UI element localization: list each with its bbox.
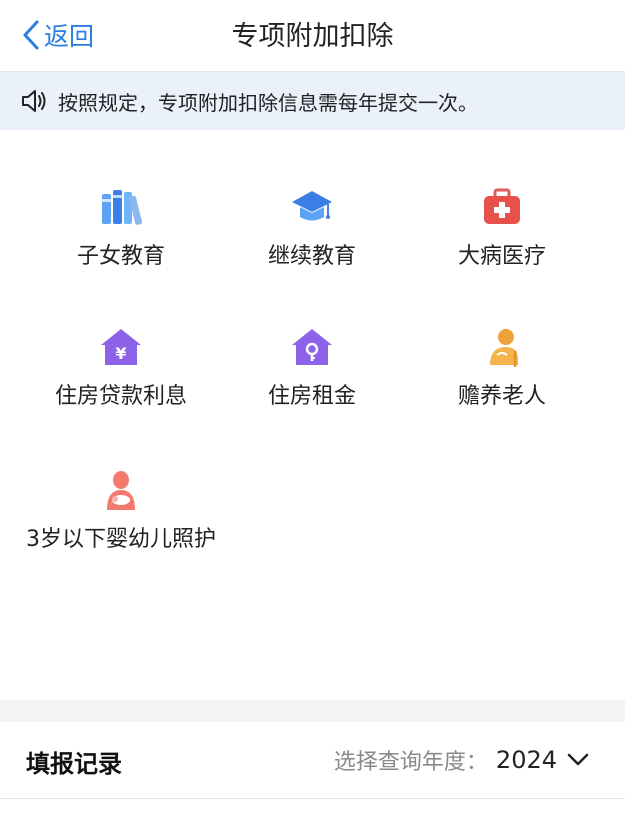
item-label: 大病医疗 — [457, 244, 546, 269]
year-selector-value: 2024 — [495, 746, 557, 774]
deduction-grid: 子女教育 继续教育 大病医疗 ¥ 住房贷款利息 住房租金 赡养老人 3岁以下婴幼… — [0, 130, 625, 700]
item-infant-care[interactable]: 3岁以下婴幼儿照护 — [21, 468, 221, 558]
medical-kit-icon — [484, 188, 520, 224]
notice-text: 按照规定，专项附加扣除信息需每年提交一次。 — [58, 90, 478, 115]
item-housing-rent[interactable]: 住房租金 — [212, 325, 412, 415]
item-housing-loan-interest[interactable]: ¥ 住房贷款利息 — [21, 325, 221, 415]
mother-baby-icon — [107, 471, 135, 510]
speaker-icon — [22, 90, 46, 112]
section-divider — [0, 700, 625, 722]
item-label: 赡养老人 — [457, 384, 546, 409]
item-label: 住房租金 — [267, 384, 356, 409]
records-title: 填报记录 — [26, 750, 122, 778]
navigation-bar: 返回 专项附加扣除 — [0, 0, 625, 70]
chevron-down-icon — [567, 753, 589, 766]
books-icon — [102, 190, 143, 225]
records-row: 填报记录 选择查询年度： 2024 — [0, 722, 625, 799]
elderly-person-icon — [490, 329, 518, 367]
graduation-cap-icon — [292, 191, 332, 221]
item-label: 继续教育 — [267, 244, 356, 269]
item-children-education[interactable]: 子女教育 — [21, 185, 221, 275]
item-elderly-support[interactable]: 赡养老人 — [402, 325, 602, 415]
year-selector[interactable]: 选择查询年度： 2024 — [334, 744, 589, 776]
item-continuing-education[interactable]: 继续教育 — [212, 185, 412, 275]
item-label: 住房贷款利息 — [54, 384, 187, 409]
notice-bar: 按照规定，专项附加扣除信息需每年提交一次。 — [0, 71, 625, 130]
page-title: 专项附加扣除 — [231, 21, 394, 52]
item-serious-illness-medical[interactable]: 大病医疗 — [402, 185, 602, 275]
item-label: 3岁以下婴幼儿照护 — [26, 527, 216, 552]
year-selector-label: 选择查询年度： — [333, 750, 488, 775]
svg-text:¥: ¥ — [115, 344, 126, 363]
item-label: 子女教育 — [76, 244, 165, 269]
house-yuan-icon: ¥ — [101, 329, 141, 365]
house-key-icon — [292, 329, 332, 365]
